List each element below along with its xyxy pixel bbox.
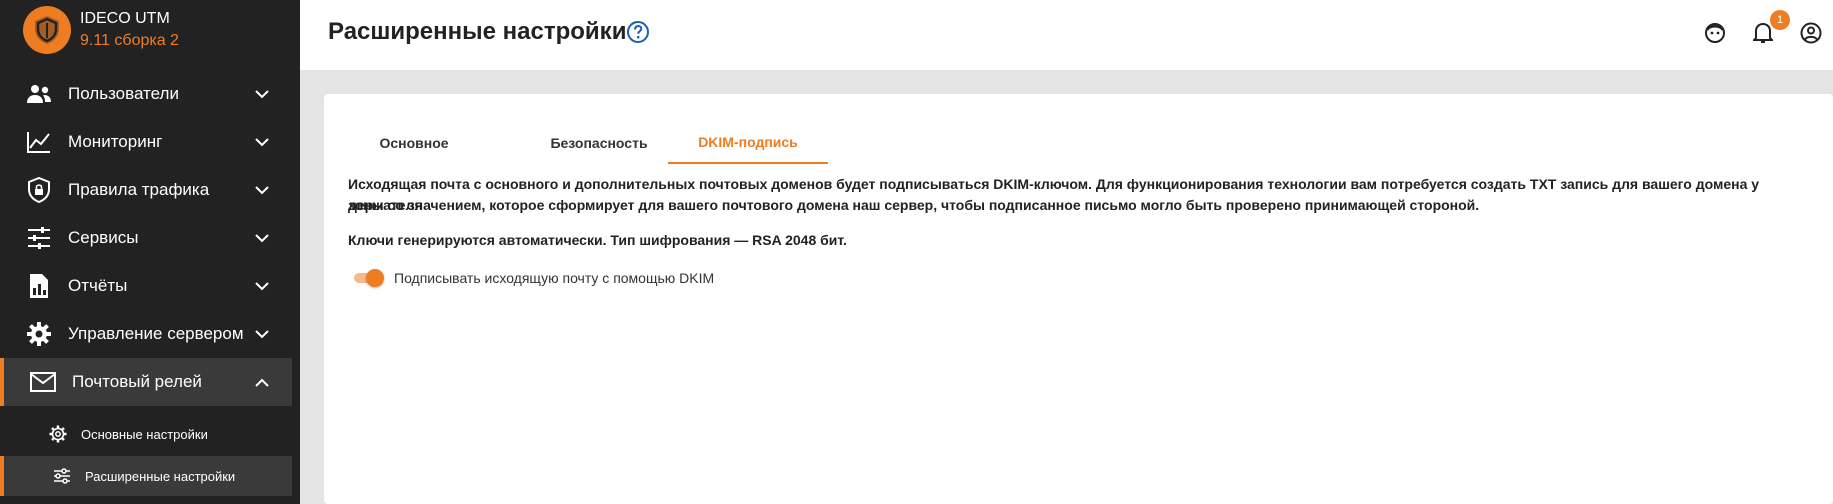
dkim-description-line-2: зоны со значением, которое сформирует дл…: [348, 197, 1480, 213]
sidebar-subitem-label: Основные настройки: [81, 426, 208, 442]
sidebar-item-label: Почтовый релей: [72, 372, 202, 391]
sidebar-item-label: Отчёты: [68, 276, 128, 295]
users-icon: [25, 80, 53, 108]
tab-basic[interactable]: Основное: [364, 122, 464, 164]
key-generation-note: Ключи генерируются автоматически. Тип ши…: [348, 232, 847, 248]
sidebar-item-users[interactable]: Пользователи: [0, 70, 292, 118]
brand[interactable]: IDECO UTM 9.11 сборка 2: [0, 0, 300, 60]
chevron-up-icon: [252, 372, 272, 392]
sidebar-item-services[interactable]: Сервисы: [0, 214, 292, 262]
sidebar-subitem-label: Расширенные настройки: [85, 468, 236, 484]
gear-icon: [25, 320, 53, 348]
sidebar-item-monitoring[interactable]: Мониторинг: [0, 118, 292, 166]
notification-count-badge: 1: [1770, 10, 1790, 30]
chevron-down-icon: [252, 180, 272, 200]
tab-dkim[interactable]: DKIM-подпись: [668, 122, 828, 164]
chevron-down-icon: [252, 84, 272, 104]
ideco-logo-icon: [23, 6, 71, 54]
dkim-sign-toggle[interactable]: [352, 269, 384, 287]
sidebar-item-reports[interactable]: Отчёты: [0, 262, 292, 310]
chevron-down-icon: [252, 324, 272, 344]
tab-security[interactable]: Безопасность: [534, 122, 664, 164]
sidebar: IDECO UTM 9.11 сборка 2 Пользователи Мон…: [0, 0, 300, 504]
sidebar-item-label: Пользователи: [68, 84, 179, 103]
chart-line-icon: [25, 128, 53, 156]
toggle-thumb: [366, 269, 384, 287]
brand-name: IDECO UTM: [80, 10, 170, 27]
dkim-sign-toggle-row[interactable]: Подписывать исходящую почту с помощью DK…: [352, 269, 715, 287]
top-header: Расширенные настройки 1: [300, 0, 1833, 70]
chevron-down-icon: [252, 132, 272, 152]
brand-version: 9.11 сборка 2: [80, 32, 179, 49]
help-icon[interactable]: [626, 20, 650, 44]
page-title: Расширенные настройки: [328, 18, 627, 45]
sliders-icon: [51, 465, 73, 487]
chevron-down-icon: [252, 228, 272, 248]
sidebar-item-label: Управление сервером: [68, 324, 244, 343]
sliders-icon: [25, 224, 53, 252]
mail-icon: [29, 368, 57, 396]
settings-card: Основное Безопасность DKIM-подпись Исход…: [324, 94, 1833, 504]
sidebar-item-label: Правила трафика: [68, 180, 210, 199]
shield-lock-icon: [25, 176, 53, 204]
sidebar-subitem-basic-settings[interactable]: Основные настройки: [0, 414, 292, 454]
gear-icon: [47, 423, 69, 445]
dkim-sign-toggle-label: Подписывать исходящую почту с помощью DK…: [394, 270, 715, 286]
support-chat-icon[interactable]: [1702, 20, 1728, 46]
chevron-down-icon: [252, 276, 272, 296]
report-icon: [25, 272, 53, 300]
sidebar-item-server-management[interactable]: Управление сервером: [0, 310, 292, 358]
sidebar-item-mail-relay[interactable]: Почтовый релей: [0, 358, 292, 406]
sidebar-item-label: Сервисы: [68, 228, 139, 247]
sidebar-item-label: Мониторинг: [68, 132, 163, 151]
user-account-icon[interactable]: [1798, 20, 1824, 46]
sidebar-subitem-advanced-settings[interactable]: Расширенные настройки: [0, 456, 292, 496]
sidebar-item-traffic-rules[interactable]: Правила трафика: [0, 166, 292, 214]
